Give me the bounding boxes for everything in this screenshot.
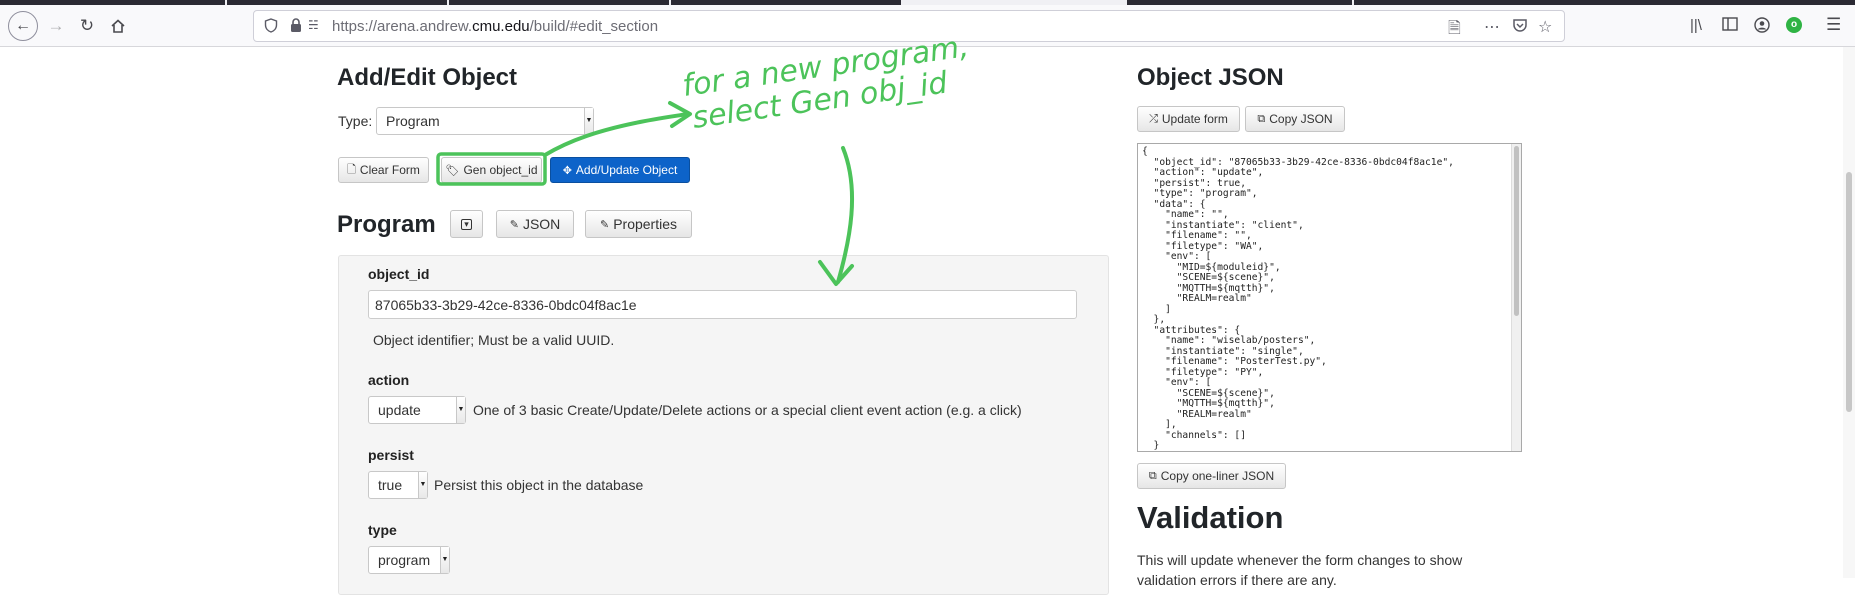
object-id-help: Object identifier; Must be a valid UUID. [373, 332, 615, 348]
type-field-label: type [368, 522, 397, 538]
account-icon[interactable] [1754, 17, 1770, 37]
object-id-label: object_id [368, 266, 430, 282]
type-label: Type: [338, 113, 373, 129]
clear-form-label: Clear Form [359, 163, 420, 177]
properties-button-label: Properties [613, 216, 678, 232]
copy-one-liner-json-button[interactable]: ⧉ Copy one-liner JSON [1137, 463, 1286, 489]
page-scrollbar[interactable] [1843, 47, 1855, 578]
persist-select-value: true [378, 477, 403, 493]
external-link-icon: ⧉ [1257, 112, 1266, 125]
object-json-title: Object JSON [1137, 64, 1284, 91]
move-icon: ✥ [562, 164, 572, 177]
reload-icon[interactable]: ↻ [75, 14, 99, 38]
forward-icon[interactable]: → [44, 14, 68, 38]
pocket-icon[interactable] [1512, 17, 1528, 38]
pencil-icon: ✎ [509, 218, 519, 231]
add-update-object-button[interactable]: ✥ Add/Update Object [550, 157, 690, 183]
properties-button[interactable]: ✎ Properties [585, 210, 692, 238]
clear-form-button[interactable]: 🗋 Clear Form [338, 157, 429, 183]
permissions-icon[interactable]: ☵ [308, 18, 319, 32]
chevron-down-icon: ▼ [440, 547, 449, 573]
copy-json-label: Copy JSON [1269, 112, 1333, 126]
external-link-icon: ⧉ [1148, 469, 1157, 482]
action-select-value: update [378, 402, 421, 418]
gen-object-id-label: Gen object_id [463, 163, 538, 177]
json-scrollbar[interactable] [1511, 144, 1521, 451]
chevron-down-icon: ▼ [456, 397, 465, 423]
home-icon[interactable] [106, 14, 130, 38]
json-button[interactable]: ✎ JSON [496, 210, 574, 238]
add-update-label: Add/Update Object [575, 163, 678, 177]
program-title: Program [337, 211, 436, 238]
menu-icon[interactable]: ☰ [1826, 15, 1841, 35]
validation-title: Validation [1137, 500, 1284, 535]
library-icon[interactable]: ||\ [1690, 17, 1702, 34]
action-select[interactable]: update ▼ [368, 396, 466, 424]
persist-select[interactable]: true ▼ [368, 471, 428, 499]
copy-json-button[interactable]: ⧉ Copy JSON [1245, 106, 1345, 132]
add-edit-title: Add/Edit Object [337, 64, 517, 91]
copy-one-liner-label: Copy one-liner JSON [1160, 469, 1275, 483]
reader-view-icon[interactable]: 🗎 [1448, 17, 1461, 44]
browser-toolbar: ← → ↻ ☵ https://arena.andrew.cmu.edu/bui… [0, 5, 1855, 47]
sidebar-icon[interactable] [1722, 17, 1738, 35]
type-field-select-value: program [378, 552, 431, 568]
url-bar[interactable]: ☵ https://arena.andrew.cmu.edu/build/#ed… [253, 10, 1565, 42]
collapse-icon: ▾ [461, 218, 472, 230]
persist-label: persist [368, 447, 414, 463]
type-select[interactable]: Program ▼ [376, 107, 594, 135]
object-id-input[interactable]: 87065b33-3b29-42ce-8336-0bdc04f8ac1e [368, 290, 1077, 319]
back-icon[interactable]: ← [8, 11, 38, 41]
chevron-down-icon: ▼ [584, 108, 593, 134]
json-content: { "object_id": "87065b33-3b29-42ce-8336-… [1142, 146, 1454, 451]
pencil-icon: ✎ [599, 218, 610, 231]
annotation-arrowhead-right [668, 101, 692, 128]
chevron-down-icon: ▼ [418, 472, 427, 498]
extension-icon[interactable]: o [1786, 17, 1802, 33]
shield-icon[interactable] [264, 18, 278, 36]
more-icon[interactable]: ⋯ [1484, 17, 1501, 37]
persist-help: Persist this object in the database [434, 477, 644, 493]
type-field-select[interactable]: program ▼ [368, 546, 450, 574]
url-text[interactable]: https://arena.andrew.cmu.edu/build/#edit… [332, 18, 658, 35]
lock-icon[interactable] [290, 18, 302, 36]
shuffle-icon: ⤮ [1149, 112, 1158, 125]
update-form-button[interactable]: ⤮ Update form [1137, 106, 1240, 132]
json-textarea[interactable]: { "object_id": "87065b33-3b29-42ce-8336-… [1137, 143, 1522, 452]
json-button-label: JSON [522, 216, 561, 232]
annotation-line-2: select Gen obj_id [690, 65, 950, 136]
star-icon[interactable]: ☆ [1538, 17, 1552, 37]
validation-text: This will update whenever the form chang… [1137, 552, 1463, 588]
type-select-value: Program [386, 113, 440, 129]
collapse-button[interactable]: ▾ [450, 210, 483, 238]
file-icon: 🗋 [347, 163, 356, 176]
action-label: action [368, 372, 410, 388]
update-form-label: Update form [1161, 112, 1228, 126]
tag-icon: 🏷 [445, 164, 460, 177]
action-help: One of 3 basic Create/Update/Delete acti… [473, 402, 1022, 418]
gen-object-id-button[interactable]: 🏷 Gen object_id [441, 157, 542, 183]
